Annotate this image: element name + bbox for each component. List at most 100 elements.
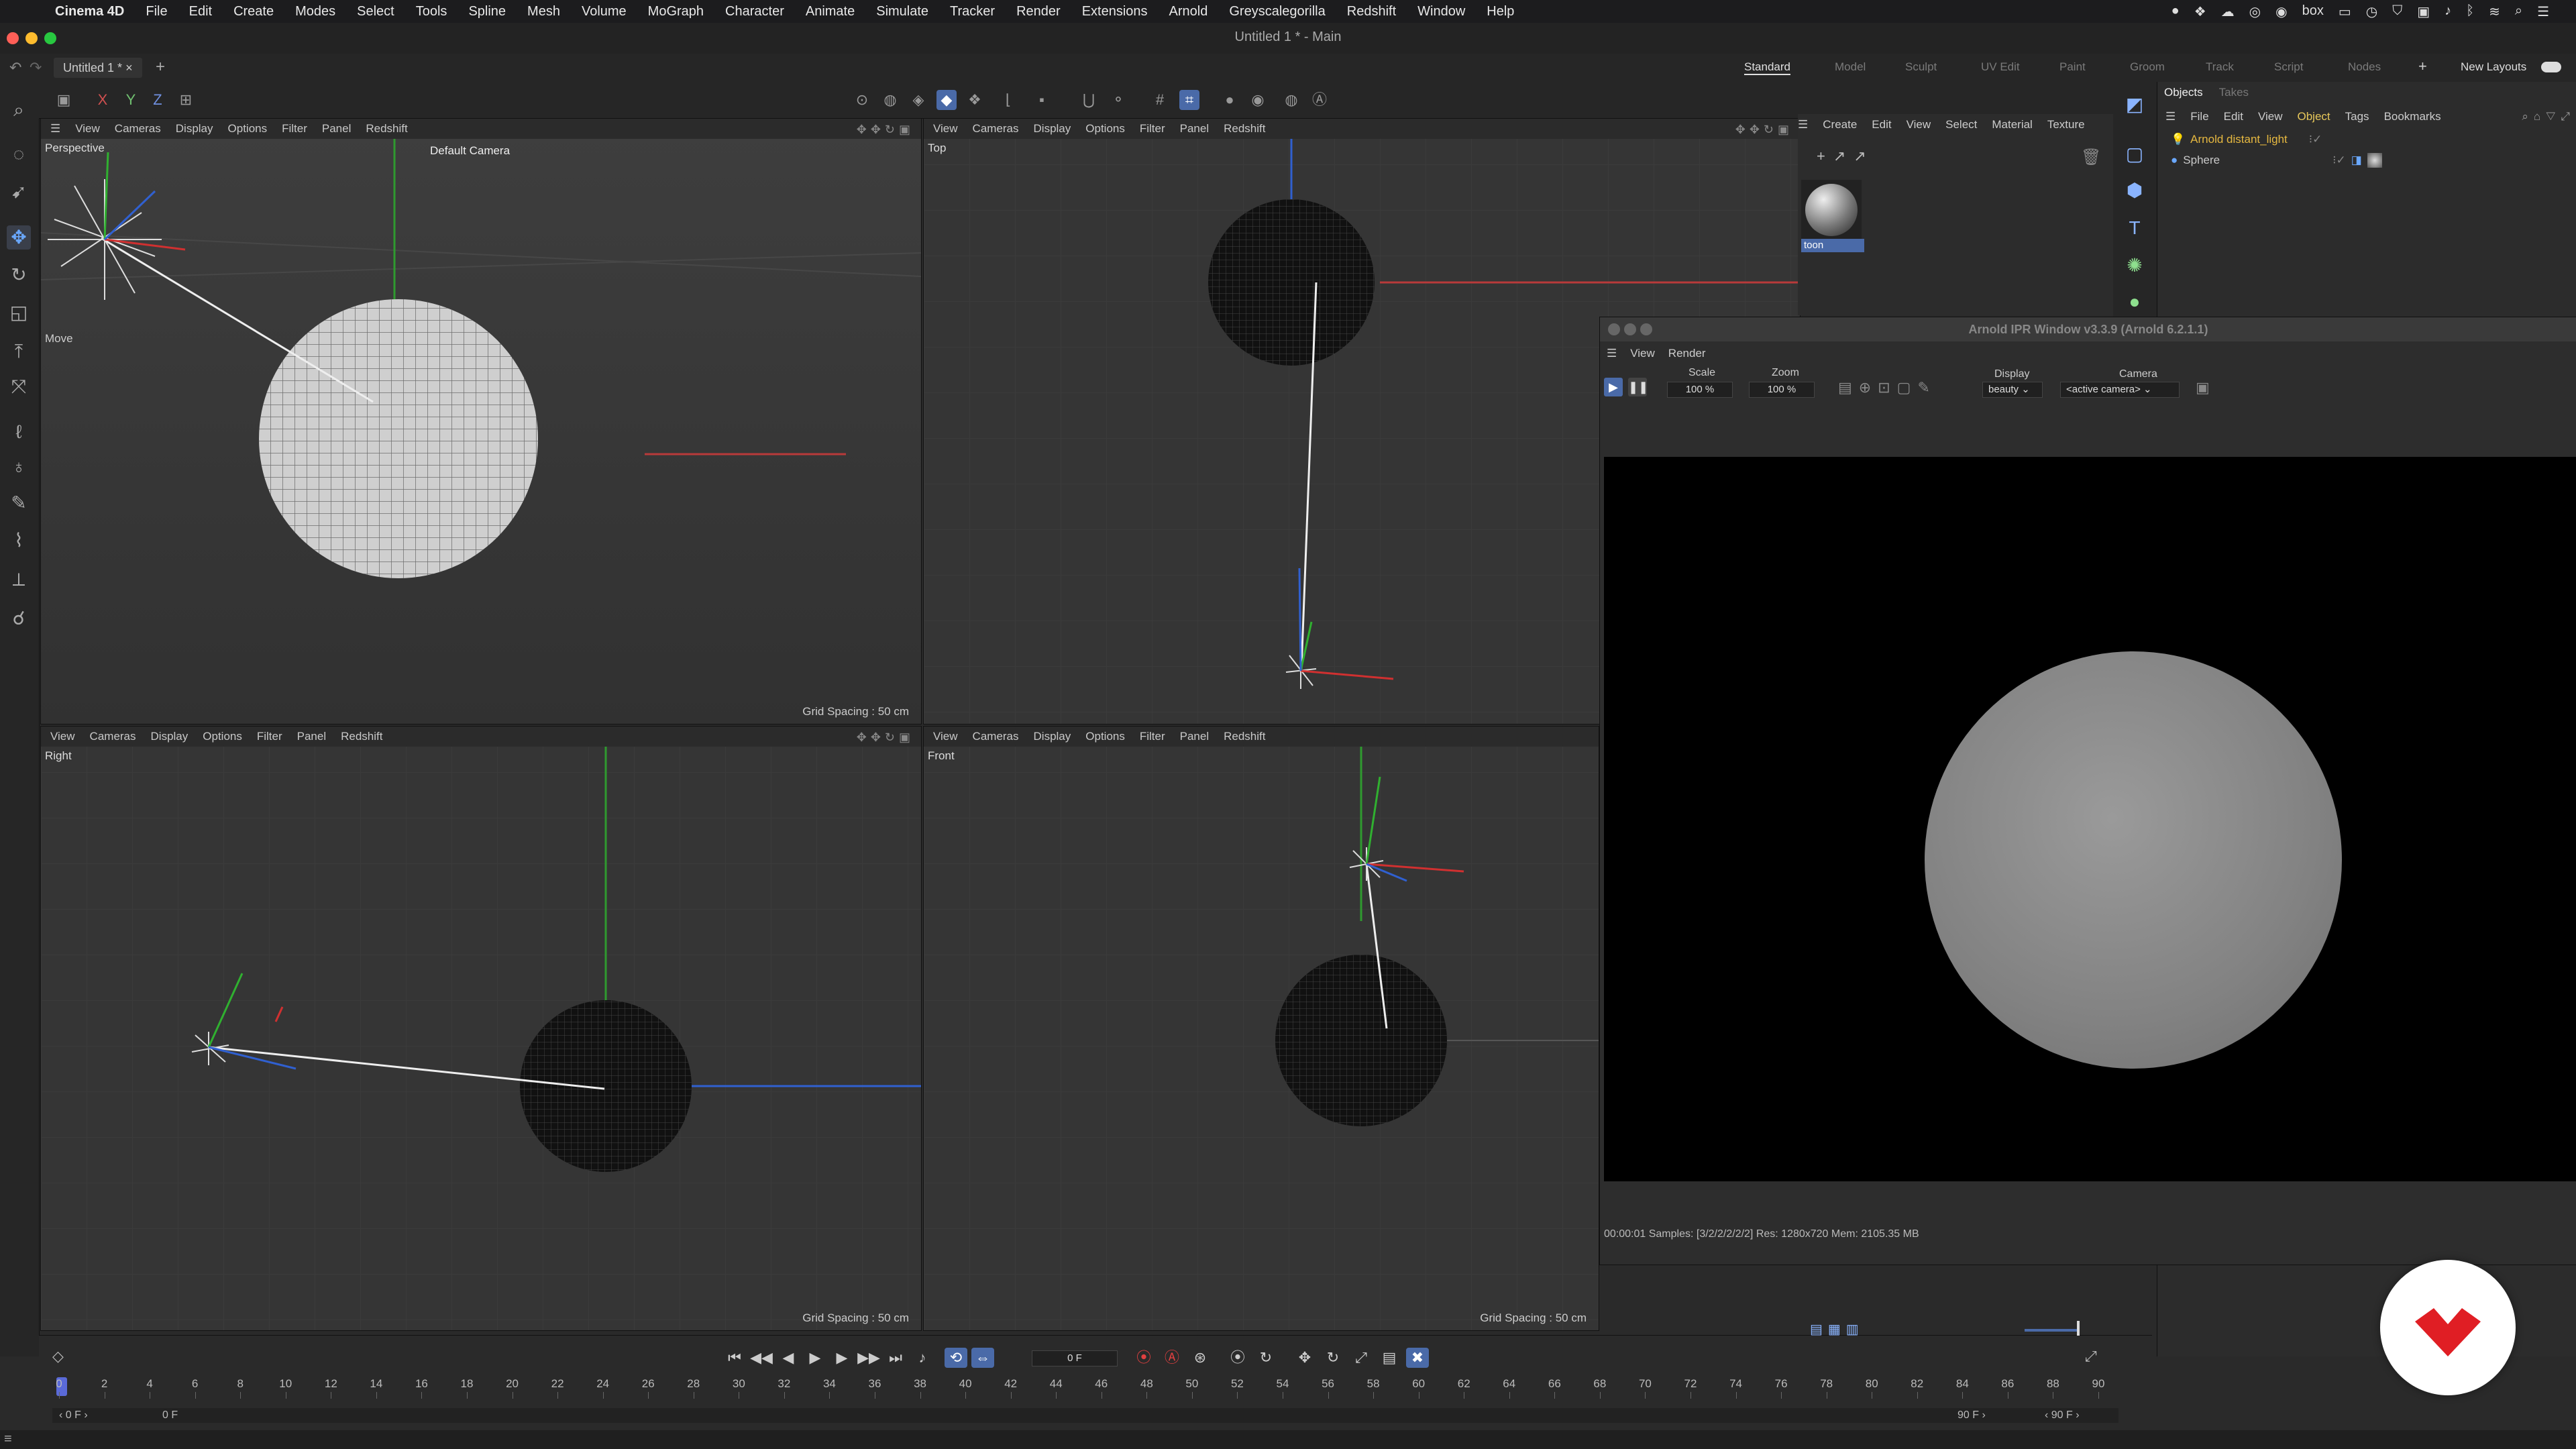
- vp-menu-display[interactable]: Display: [151, 730, 189, 743]
- menu-greyscalegorilla[interactable]: Greyscalegorilla: [1218, 4, 1336, 19]
- keyframe-icon[interactable]: ◇: [52, 1348, 64, 1365]
- range-end2-field[interactable]: ‹ 90 F ›: [2045, 1409, 2080, 1421]
- new-layouts-button[interactable]: New Layouts: [2461, 60, 2526, 74]
- layout-sculpt[interactable]: Sculpt: [1905, 60, 1937, 74]
- om-menu-file[interactable]: File: [2190, 110, 2208, 123]
- undo-icon[interactable]: ↶: [9, 59, 21, 76]
- cloud-icon[interactable]: ☁: [2221, 3, 2235, 20]
- point-key-icon[interactable]: ✖: [1406, 1348, 1429, 1368]
- layout-nodes[interactable]: Nodes: [2348, 60, 2381, 74]
- mat-menu-hamburger-icon[interactable]: ☰: [1798, 118, 1808, 131]
- range-start2-field[interactable]: 0 F: [162, 1409, 178, 1421]
- zoom-field[interactable]: 100 %: [1749, 382, 1815, 398]
- texture-mode-icon[interactable]: ❖: [965, 90, 985, 110]
- zoom-slider-handle[interactable]: [2077, 1321, 2080, 1336]
- tab-objects[interactable]: Objects: [2164, 86, 2203, 99]
- menu-render[interactable]: Render: [1006, 4, 1071, 19]
- picture-viewer-icon[interactable]: ◍: [1281, 90, 1301, 110]
- cube-create-icon[interactable]: ⬢: [2123, 178, 2147, 203]
- scale-key-icon[interactable]: ↻: [1322, 1348, 1344, 1368]
- menu-create[interactable]: Create: [223, 4, 284, 19]
- ipr-render-view[interactable]: [1604, 457, 2576, 1181]
- layout-model[interactable]: Model: [1835, 60, 1866, 74]
- object-visibility-icon[interactable]: ⁝✓: [2332, 154, 2346, 167]
- vp-menu-cameras[interactable]: Cameras: [973, 730, 1019, 743]
- render-settings-icon[interactable]: ◉: [1248, 90, 1268, 110]
- dropbox-icon[interactable]: ❖: [2194, 3, 2206, 20]
- object-row-sphere[interactable]: ● Sphere ⁝✓ ◨: [2171, 153, 2382, 168]
- mat-view-mode-icons[interactable]: ▤▦▥: [1810, 1321, 1864, 1338]
- snap-enable-icon[interactable]: ⌗: [1179, 90, 1199, 110]
- snap-grid-icon[interactable]: #: [1150, 90, 1170, 110]
- record-key-icon[interactable]: ⦿: [1132, 1348, 1155, 1368]
- menu-animate[interactable]: Animate: [795, 4, 865, 19]
- move-key-icon[interactable]: ✥: [1293, 1348, 1316, 1368]
- model-mode-icon[interactable]: ◆: [936, 90, 957, 110]
- viewport-nav-icons[interactable]: ✥✥↻▣: [857, 123, 914, 137]
- menu-mesh[interactable]: Mesh: [517, 4, 571, 19]
- menu-volume[interactable]: Volume: [571, 4, 637, 19]
- app-menu[interactable]: Cinema 4D: [44, 4, 135, 19]
- menu-mograph[interactable]: MoGraph: [637, 4, 714, 19]
- sync-icon[interactable]: ◉: [2275, 3, 2287, 20]
- mat-menu-material[interactable]: Material: [1992, 118, 2032, 131]
- om-menu-bookmarks[interactable]: Bookmarks: [2384, 110, 2441, 123]
- ipr-channel-icons[interactable]: ▤⊕⊡▢✎: [1838, 379, 1937, 396]
- snapshot-icon[interactable]: ▣: [2196, 379, 2210, 396]
- menu-tools[interactable]: Tools: [405, 4, 458, 19]
- soft-selection-icon[interactable]: ⚬: [1108, 90, 1128, 110]
- vp-menu-redshift[interactable]: Redshift: [1224, 122, 1265, 136]
- key-selection-icon[interactable]: ⊛: [1189, 1348, 1212, 1368]
- vp-menu-hamburger-icon[interactable]: ☰: [50, 122, 60, 136]
- layout-groom[interactable]: Groom: [2130, 60, 2165, 74]
- vp-menu-display[interactable]: Display: [1034, 122, 1071, 136]
- previous-frame-icon[interactable]: ◀: [777, 1348, 800, 1368]
- vp-menu-filter[interactable]: Filter: [282, 122, 307, 136]
- viewport-nav-icons[interactable]: ✥✥↻▣: [1735, 123, 1793, 137]
- expand-icon[interactable]: ⤢: [2085, 1348, 2097, 1365]
- menu-simulate[interactable]: Simulate: [865, 4, 939, 19]
- generator-create-icon[interactable]: ✺: [2123, 254, 2147, 278]
- layout-track[interactable]: Track: [2206, 60, 2234, 74]
- vp-menu-filter[interactable]: Filter: [257, 730, 282, 743]
- viewport-perspective[interactable]: ☰ View Cameras Display Options Filter Pa…: [40, 118, 922, 724]
- ipr-hamburger-icon[interactable]: ☰: [1607, 347, 1617, 360]
- scale-tool-icon[interactable]: ◱: [7, 301, 31, 325]
- spline-create-icon[interactable]: ▢: [2123, 142, 2147, 166]
- mat-menu-create[interactable]: Create: [1823, 118, 1857, 131]
- menu-edit[interactable]: Edit: [178, 4, 223, 19]
- menu-extensions[interactable]: Extensions: [1071, 4, 1159, 19]
- viewport-nav-icons[interactable]: ✥✥↻▣: [857, 731, 914, 745]
- preview-range-icon[interactable]: ⇔: [971, 1348, 994, 1368]
- display-select[interactable]: beauty ⌄: [1982, 382, 2043, 398]
- search-icon[interactable]: ⌕: [2515, 3, 2522, 20]
- material-tag-icon[interactable]: [2367, 153, 2382, 168]
- display-icon[interactable]: ▭: [2339, 3, 2351, 20]
- menu-window[interactable]: Window: [1407, 4, 1476, 19]
- menu-modes[interactable]: Modes: [284, 4, 346, 19]
- status-menu-icon[interactable]: ≡: [4, 1432, 12, 1447]
- mat-menu-view[interactable]: View: [1907, 118, 1931, 131]
- loop-icon[interactable]: ⟲: [945, 1348, 967, 1368]
- go-to-start-icon[interactable]: ⏮: [723, 1348, 746, 1368]
- range-end-field[interactable]: 90 F ›: [1957, 1409, 1986, 1421]
- render-region-icon[interactable]: ●: [1220, 90, 1240, 110]
- measure-tool-icon[interactable]: ⟂: [7, 568, 31, 592]
- redo-icon[interactable]: ↷: [30, 59, 42, 76]
- rotate-tool-icon[interactable]: ↻: [7, 263, 31, 287]
- history-icon[interactable]: ◷: [2366, 3, 2377, 20]
- vp-menu-panel[interactable]: Panel: [1180, 122, 1209, 136]
- phong-tag-icon[interactable]: ◨: [2351, 154, 2362, 167]
- next-key-icon[interactable]: ▶▶: [857, 1348, 880, 1368]
- add-layout-icon[interactable]: +: [2418, 58, 2427, 75]
- om-search-filter-icons[interactable]: ⌕⌂▽⤢: [2522, 110, 2576, 123]
- magnet-icon[interactable]: ⋃: [1079, 90, 1099, 110]
- camera-select[interactable]: <active camera> ⌄: [2060, 382, 2180, 398]
- material-name[interactable]: toon: [1801, 239, 1864, 252]
- transfer-tool-icon[interactable]: ⤒: [7, 339, 31, 364]
- record-icon[interactable]: ●: [2171, 3, 2180, 20]
- material-tools-icons[interactable]: +↗↗: [1817, 148, 1874, 165]
- menu-file[interactable]: File: [135, 4, 178, 19]
- menu-spline[interactable]: Spline: [458, 4, 517, 19]
- material-tool-icon[interactable]: ♁: [7, 455, 31, 479]
